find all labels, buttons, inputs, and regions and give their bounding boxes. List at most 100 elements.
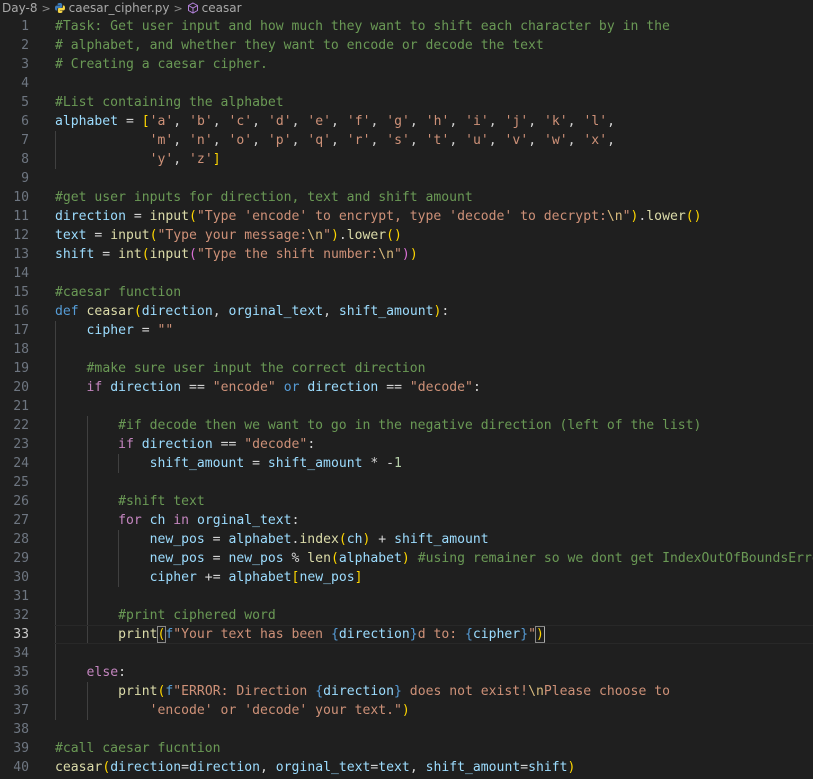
code-line[interactable]: 30 cipher += alphabet[new_pos] [0, 568, 813, 587]
line-number: 3 [21, 57, 29, 72]
code-line[interactable]: 19 #make sure user input the correct dir… [0, 359, 813, 378]
code-line[interactable]: 22 #if decode then we want to go in the … [0, 416, 813, 435]
line-number: 20 [13, 380, 29, 395]
code-text: #Task: Get user input and how much they … [55, 19, 670, 34]
code-text: text = input("Type your message:\n").low… [55, 228, 402, 243]
code-text: ceasar(direction=direction, orginal_text… [55, 760, 576, 775]
breadcrumb-file[interactable]: caesar_cipher.py [54, 1, 170, 15]
line-number: 37 [13, 703, 29, 718]
code-text: #get user inputs for direction, text and… [55, 190, 473, 205]
line-number: 13 [13, 247, 29, 262]
code-line[interactable]: 36 print(f"ERROR: Direction {direction} … [0, 682, 813, 701]
code-text: #List containing the alphabet [55, 95, 284, 110]
code-line[interactable]: 21 [0, 397, 813, 416]
code-line[interactable]: 35 else: [0, 663, 813, 682]
line-number: 22 [13, 418, 29, 433]
code-line[interactable]: 10 #get user inputs for direction, text a… [0, 188, 813, 207]
code-line[interactable]: 20 if direction == "encode" or direction… [0, 378, 813, 397]
code-line[interactable]: 27 for ch in orginal_text: [0, 511, 813, 530]
code-line[interactable]: 29 new_pos = new_pos % len(alphabet) #us… [0, 549, 813, 568]
method-cube-icon [187, 2, 198, 14]
indent-guide [55, 644, 56, 663]
code-line[interactable]: 37 'encode' or 'decode' your text.") [0, 701, 813, 720]
breadcrumb-file-label: caesar_cipher.py [68, 1, 170, 15]
code-line[interactable]: 25 [0, 473, 813, 492]
code-line[interactable]: 5 #List containing the alphabet [0, 93, 813, 112]
breadcrumb-symbol[interactable]: ceasar [187, 1, 242, 15]
code-line[interactable]: 38 [0, 720, 813, 739]
chevron-right-icon: > [173, 1, 183, 15]
code-text: cipher = "" [86, 323, 174, 338]
line-number: 39 [13, 741, 29, 756]
line-number: 5 [21, 95, 29, 110]
code-editor[interactable]: Day-8 > caesar_cipher.py > ceasar 1 #Task… [0, 0, 813, 779]
code-text: cipher += alphabet[new_pos] [149, 570, 363, 585]
code-line[interactable]: 24 shift_amount = shift_amount * -1 [0, 454, 813, 473]
code-line[interactable]: 40 ceasar(direction=direction, orginal_te… [0, 758, 813, 777]
line-number: 14 [13, 266, 29, 281]
code-line[interactable]: 34 [0, 644, 813, 663]
code-text: shift_amount = shift_amount * -1 [149, 456, 402, 471]
line-number: 35 [13, 665, 29, 680]
code-text: #if decode then we want to go in the neg… [118, 418, 702, 433]
breadcrumb-symbol-label: ceasar [201, 1, 242, 15]
indent-guide [55, 473, 56, 492]
code-line[interactable]: 28 new_pos = alphabet.index(ch) + shift_… [0, 530, 813, 549]
line-number: 4 [21, 76, 29, 91]
code-line[interactable]: 15 #caesar function [0, 283, 813, 302]
indent-guide [55, 340, 56, 359]
code-line[interactable]: 39 #call caesar fucntion [0, 739, 813, 758]
line-number: 32 [13, 608, 29, 623]
indent-guide [55, 587, 56, 606]
code-line[interactable]: 7 'm', 'n', 'o', 'p', 'q', 'r', 's', 't'… [0, 131, 813, 150]
code-line[interactable]: 1 #Task: Get user input and how much they… [0, 17, 813, 36]
code-line[interactable]: 32 #print ciphered word [0, 606, 813, 625]
code-text: 'm', 'n', 'o', 'p', 'q', 'r', 's', 't', … [149, 133, 615, 148]
code-text: #shift text [118, 494, 205, 509]
code-line[interactable]: 3 # Creating a caesar cipher. [0, 55, 813, 74]
code-line[interactable]: 17 cipher = "" [0, 321, 813, 340]
breadcrumb: Day-8 > caesar_cipher.py > ceasar [0, 0, 813, 16]
code-text: 'encode' or 'decode' your text.") [149, 703, 410, 718]
code-text: direction = input("Type 'encode' to encr… [55, 209, 702, 224]
code-line[interactable]: 33 print(f"Your text has been {direction… [0, 625, 813, 644]
code-line[interactable]: 4 [0, 74, 813, 93]
code-line[interactable]: 23 if direction == "decode": [0, 435, 813, 454]
code-line[interactable]: 18 [0, 340, 813, 359]
code-line[interactable]: 26 #shift text [0, 492, 813, 511]
line-number: 27 [13, 513, 29, 528]
line-number: 34 [13, 646, 29, 661]
breadcrumb-folder[interactable]: Day-8 [2, 1, 37, 15]
code-text: 'y', 'z'] [149, 152, 221, 167]
code-line[interactable]: 11 direction = input("Type 'encode' to en… [0, 207, 813, 226]
code-line[interactable]: 16 def ceasar(direction, orginal_text, sh… [0, 302, 813, 321]
line-number: 11 [13, 209, 29, 224]
code-line[interactable]: 14 [0, 264, 813, 283]
line-number: 7 [21, 133, 29, 148]
chevron-right-icon: > [41, 1, 51, 15]
code-text: #make sure user input the correct direct… [86, 361, 426, 376]
code-text: new_pos = new_pos % len(alphabet) #using… [149, 551, 813, 566]
line-number: 12 [13, 228, 29, 243]
code-line[interactable]: 6 alphabet = ['a', 'b', 'c', 'd', 'e', 'f… [0, 112, 813, 131]
code-line[interactable]: 8 'y', 'z'] [0, 150, 813, 169]
line-number: 33 [13, 627, 29, 642]
code-line[interactable]: 2 # alphabet, and whether they want to en… [0, 36, 813, 55]
line-number: 21 [13, 399, 29, 414]
line-number: 9 [21, 171, 29, 186]
line-number: 24 [13, 456, 29, 471]
code-line[interactable]: 9 [0, 169, 813, 188]
line-number: 10 [13, 190, 29, 205]
line-number: 23 [13, 437, 29, 452]
code-text: shift = int(input("Type the shift number… [55, 247, 418, 262]
code-line[interactable]: 31 [0, 587, 813, 606]
line-number: 29 [13, 551, 29, 566]
code-text: if direction == "encode" or direction ==… [86, 380, 481, 395]
code-line[interactable]: 12 text = input("Type your message:\n").l… [0, 226, 813, 245]
line-number: 19 [13, 361, 29, 376]
line-number: 2 [21, 38, 29, 53]
indent-guide [86, 587, 88, 606]
code-line[interactable]: 13 shift = int(input("Type the shift numb… [0, 245, 813, 264]
line-number: 18 [13, 342, 29, 357]
code-area[interactable]: 1 #Task: Get user input and how much they… [0, 17, 813, 777]
